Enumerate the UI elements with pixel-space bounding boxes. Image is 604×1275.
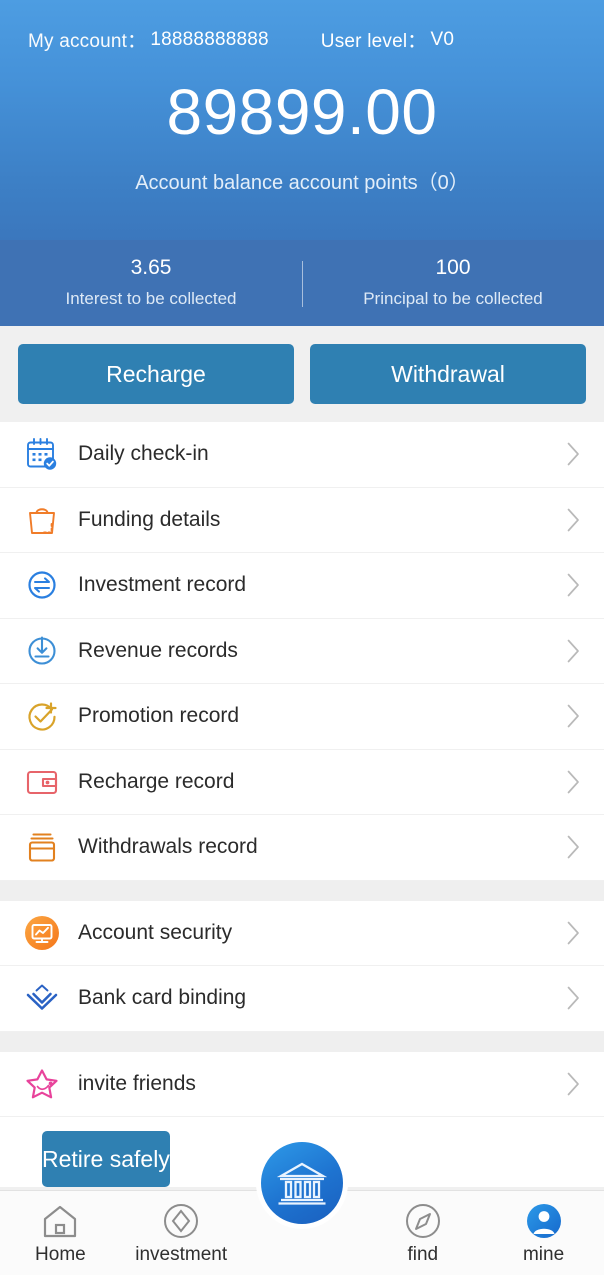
recharge-button[interactable]: Recharge: [18, 344, 294, 404]
stat-interest: 3.65 Interest to be collected: [0, 257, 302, 309]
menu-group: Daily check-in Funding details Investment …: [0, 422, 604, 881]
star-outline-icon: [22, 1064, 62, 1104]
menu-row-label: Revenue records: [78, 639, 560, 663]
tab-investment[interactable]: investment: [121, 1191, 242, 1266]
check-plus-circle-icon: [22, 696, 62, 736]
tab-find-label: find: [407, 1244, 438, 1266]
withdrawal-button[interactable]: Withdrawal: [310, 344, 586, 404]
menu-row-label: Bank card binding: [78, 986, 560, 1010]
menu-row-label: invite friends: [78, 1072, 560, 1096]
menu-row[interactable]: Recharge record: [0, 750, 604, 816]
menu-row[interactable]: Account security: [0, 901, 604, 967]
section-gap: [0, 881, 604, 901]
menu-row-label: Funding details: [78, 508, 560, 532]
tab-home[interactable]: Home: [0, 1191, 121, 1266]
calendar-check-icon: [22, 434, 62, 474]
menu-group: invite friends: [0, 1052, 604, 1118]
exchange-circle-icon: [22, 565, 62, 605]
chevron-right-icon: [560, 834, 586, 860]
chevron-right-icon: [560, 441, 586, 467]
menu-row-label: Account security: [78, 921, 560, 945]
account-header: My account： 18888888888 User level： V0 8…: [0, 0, 604, 240]
compass-icon: [403, 1200, 443, 1242]
menu-list: Daily check-in Funding details Investment …: [0, 422, 604, 1117]
chevron-right-icon: [566, 441, 581, 467]
pending-stats-bar: 3.65 Interest to be collected 100 Princi…: [0, 240, 604, 326]
shopping-bag-icon: [22, 500, 62, 540]
account-label: My account：: [28, 26, 146, 53]
bank-fab-button[interactable]: [256, 1137, 348, 1229]
chevron-right-icon: [560, 638, 586, 664]
person-icon-svg: [524, 1201, 564, 1241]
chevron-right-icon: [566, 769, 581, 795]
box-icon: [22, 827, 62, 867]
menu-row[interactable]: Revenue records: [0, 619, 604, 685]
tab-investment-label: investment: [135, 1244, 227, 1266]
stats-divider: [302, 261, 303, 307]
chevron-right-icon: [560, 703, 586, 729]
chevron-right-icon: [560, 920, 586, 946]
chevron-right-icon: [560, 1071, 586, 1097]
menu-row[interactable]: Investment record: [0, 553, 604, 619]
stat-principal-value: 100: [302, 257, 604, 278]
stat-principal-label: Principal to be collected: [302, 289, 604, 309]
chevron-right-icon: [566, 507, 581, 533]
tab-mine-label: mine: [523, 1244, 564, 1266]
menu-row[interactable]: invite friends: [0, 1052, 604, 1118]
balance-caption: Account balance account points（0）: [0, 166, 604, 195]
retire-safely-button[interactable]: Retire safely: [42, 1131, 170, 1187]
tab-home-label: Home: [35, 1244, 86, 1266]
menu-row-label: Investment record: [78, 573, 560, 597]
stat-principal: 100 Principal to be collected: [302, 257, 604, 309]
tab-find[interactable]: find: [362, 1191, 483, 1266]
download-circle-icon: [22, 631, 62, 671]
chevron-right-icon: [566, 703, 581, 729]
menu-group: Account security Bank card binding: [0, 901, 604, 1032]
menu-row[interactable]: Daily check-in: [0, 422, 604, 488]
monitor-chart-icon: [22, 913, 62, 953]
user-level-value: V0: [430, 29, 454, 51]
menu-row[interactable]: Withdrawals record: [0, 815, 604, 881]
bank-building-icon: [277, 1160, 327, 1206]
chevron-right-icon: [566, 638, 581, 664]
chevron-right-icon: [560, 507, 586, 533]
chevron-right-icon: [566, 985, 581, 1011]
menu-row-label: Daily check-in: [78, 442, 560, 466]
chevron-right-icon: [560, 985, 586, 1011]
app-screen: My account： 18888888888 User level： V0 8…: [0, 0, 604, 1275]
person-icon: [524, 1200, 564, 1242]
double-chevron-icon: [22, 978, 62, 1018]
chevron-right-icon: [566, 920, 581, 946]
stat-interest-value: 3.65: [0, 257, 302, 278]
chevron-right-icon: [566, 834, 581, 860]
action-buttons: Recharge Withdrawal: [0, 326, 604, 422]
stat-interest-label: Interest to be collected: [0, 289, 302, 309]
menu-row[interactable]: Promotion record: [0, 684, 604, 750]
chevron-right-icon: [566, 1071, 581, 1097]
menu-row-label: Withdrawals record: [78, 835, 560, 859]
chevron-right-icon: [566, 572, 581, 598]
tab-mine[interactable]: mine: [483, 1191, 604, 1266]
menu-row-label: Promotion record: [78, 704, 560, 728]
menu-row-label: Recharge record: [78, 770, 560, 794]
account-number: 18888888888: [150, 29, 268, 51]
menu-row[interactable]: Funding details: [0, 488, 604, 554]
diamond-icon: [161, 1200, 201, 1242]
wallet-icon: [22, 762, 62, 802]
balance-amount: 89899.00: [0, 80, 604, 144]
menu-row[interactable]: Bank card binding: [0, 966, 604, 1032]
account-info-row: My account： 18888888888 User level： V0: [0, 0, 604, 53]
chevron-right-icon: [560, 572, 586, 598]
user-level-label: User level：: [321, 26, 427, 53]
home-icon: [40, 1200, 80, 1242]
section-gap: [0, 1032, 604, 1052]
chevron-right-icon: [560, 769, 586, 795]
